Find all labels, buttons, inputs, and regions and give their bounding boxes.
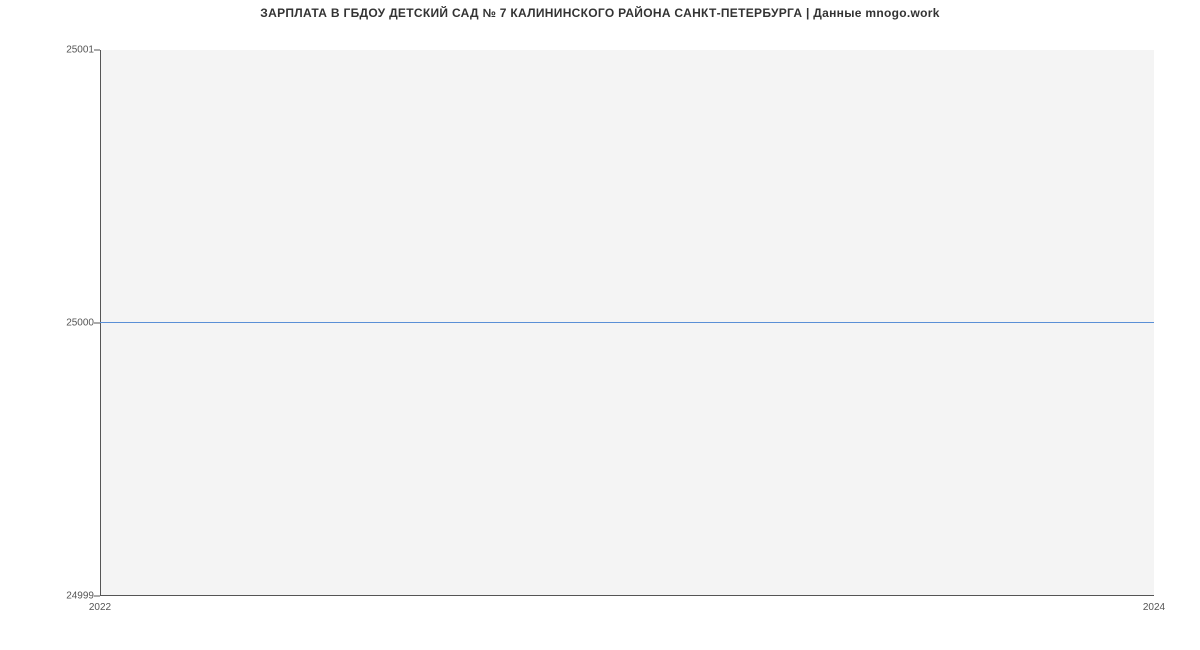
y-tick-label-mid: 25000 [4,318,94,329]
x-tick-label-left: 2022 [89,602,111,613]
data-series-line [100,322,1154,323]
y-tick-label-bot: 24999 [4,591,94,602]
x-tick-label-right: 2024 [1143,602,1165,613]
plot-area [100,50,1154,596]
chart-title: ЗАРПЛАТА В ГБДОУ ДЕТСКИЙ САД № 7 КАЛИНИН… [0,6,1200,20]
y-tick-label-top: 25001 [4,45,94,56]
chart-container: ЗАРПЛАТА В ГБДОУ ДЕТСКИЙ САД № 7 КАЛИНИН… [0,0,1200,650]
